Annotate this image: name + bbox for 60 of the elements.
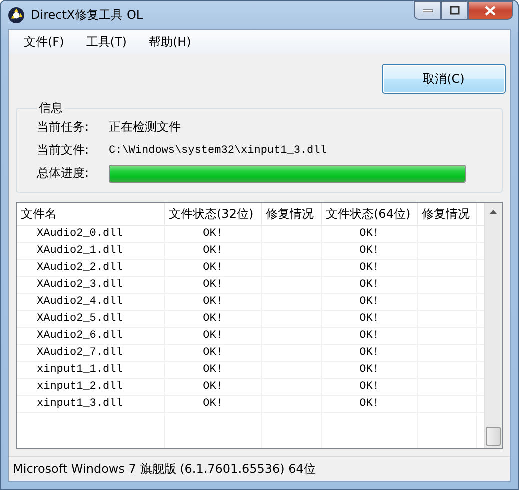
table-cell: XAudio2_6.dll xyxy=(17,328,165,344)
column-header[interactable]: 文件名 xyxy=(17,203,165,225)
status-text: Microsoft Windows 7 旗舰版 (6.1.7601.65536) 64位 xyxy=(13,460,316,478)
table-cell: OK! xyxy=(165,311,262,327)
field-label: 总体进度: xyxy=(37,165,90,182)
table-cell: OK! xyxy=(322,396,418,412)
table-cell: OK! xyxy=(165,226,262,242)
table-cell: xinput1_1.dll xyxy=(17,362,165,378)
column-header[interactable]: 修复情况 xyxy=(262,203,322,225)
minimize-button[interactable] xyxy=(414,1,441,20)
table-cell: OK! xyxy=(322,260,418,276)
table-cell: OK! xyxy=(165,294,262,310)
menu-item[interactable]: 文件(F) xyxy=(13,34,76,50)
table-cell: OK! xyxy=(322,294,418,310)
table-cell: OK! xyxy=(322,328,418,344)
table-cell: OK! xyxy=(165,277,262,293)
scroll-thumb[interactable] xyxy=(486,427,501,446)
table-cell: XAudio2_5.dll xyxy=(17,311,165,327)
column-header[interactable]: 文件状态(32位) xyxy=(165,203,262,225)
cancel-button[interactable]: 取消(C) xyxy=(382,64,506,94)
menu-item[interactable]: 帮助(H) xyxy=(138,34,202,50)
table-cell: OK! xyxy=(322,226,418,242)
table-cell: XAudio2_4.dll xyxy=(17,294,165,310)
maximize-button[interactable] xyxy=(441,1,468,20)
table-cell: OK! xyxy=(165,396,262,412)
table-cell: OK! xyxy=(165,328,262,344)
group-title: 信息 xyxy=(38,100,64,117)
window-title: DirectX修复工具 OL xyxy=(31,6,144,24)
file-path: C:\Windows\system32\xinput1_3.dll xyxy=(109,144,327,156)
table-cell: OK! xyxy=(165,345,262,361)
table-cell: OK! xyxy=(322,311,418,327)
table-cell: OK! xyxy=(165,260,262,276)
table-cell: OK! xyxy=(322,345,418,361)
minimize-icon xyxy=(422,8,432,12)
scrollbar[interactable] xyxy=(484,203,502,448)
scroll-up-icon[interactable] xyxy=(490,210,497,214)
table-cell: OK! xyxy=(165,379,262,395)
app-icon xyxy=(8,6,25,24)
maximize-icon xyxy=(450,6,460,15)
column-header[interactable]: 修复情况 xyxy=(418,203,477,225)
table-cell: XAudio2_0.dll xyxy=(17,226,165,242)
table-cell: XAudio2_2.dll xyxy=(17,260,165,276)
field-label: 当前文件: xyxy=(37,142,90,159)
table-cell: OK! xyxy=(165,243,262,259)
table-cell: XAudio2_1.dll xyxy=(17,243,165,259)
table-cell: XAudio2_3.dll xyxy=(17,277,165,293)
table-cell: xinput1_3.dll xyxy=(17,396,165,412)
close-button[interactable] xyxy=(468,1,513,20)
close-icon xyxy=(485,6,496,16)
table-cell: OK! xyxy=(322,379,418,395)
table-cell: OK! xyxy=(322,362,418,378)
table-cell: XAudio2_7.dll xyxy=(17,345,165,361)
table-cell: OK! xyxy=(165,362,262,378)
column-header[interactable]: 文件状态(64位) xyxy=(322,203,418,225)
task-value: 正在检测文件 xyxy=(109,119,181,136)
table-cell: xinput1_2.dll xyxy=(17,379,165,395)
field-label: 当前任务: xyxy=(37,119,90,136)
table-cell: OK! xyxy=(322,243,418,259)
menu-item[interactable]: 工具(T) xyxy=(75,34,138,50)
table-cell: OK! xyxy=(322,277,418,293)
